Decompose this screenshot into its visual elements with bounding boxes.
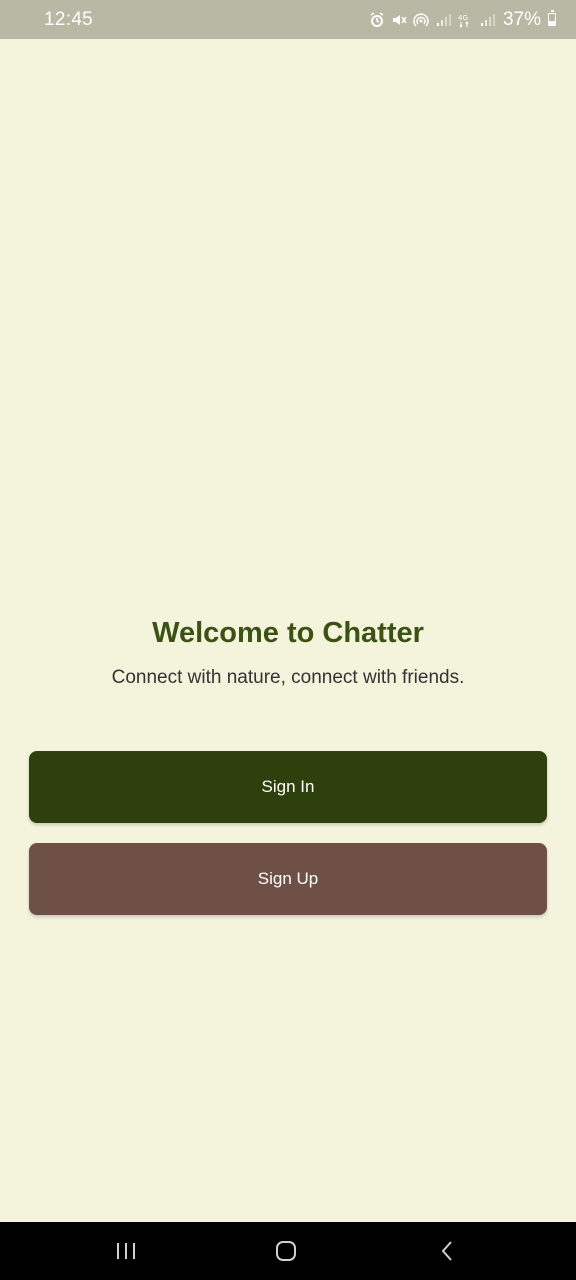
welcome-subtitle: Connect with nature, connect with friend…: [111, 667, 465, 688]
hotspot-icon: [413, 12, 429, 28]
4g-icon: 4G: [457, 12, 473, 28]
svg-text:4G: 4G: [458, 14, 468, 22]
mute-icon: [391, 12, 407, 28]
battery-icon: [548, 10, 556, 26]
status-icons: 4G 37%: [369, 9, 556, 31]
battery-percent: 37%: [502, 8, 541, 30]
signal-icon: [479, 12, 495, 28]
status-time: 12:45: [44, 8, 94, 30]
back-button[interactable]: [408, 1222, 488, 1280]
welcome-title: Welcome to Chatter: [152, 617, 424, 649]
home-button[interactable]: [246, 1222, 326, 1280]
alarm-icon: [369, 11, 385, 28]
sign-up-button[interactable]: Sign Up: [29, 843, 547, 915]
sign-in-button[interactable]: Sign In: [29, 751, 547, 823]
signal-icon: [435, 12, 451, 28]
back-icon: [441, 1241, 452, 1261]
welcome-screen: Welcome to Chatter Connect with nature, …: [0, 39, 576, 1222]
recent-apps-button[interactable]: [86, 1222, 166, 1280]
navigation-bar: [0, 1222, 576, 1280]
recent-apps-icon: [117, 1243, 135, 1259]
home-icon: [276, 1241, 296, 1261]
status-bar: 12:45 4G 37%: [0, 0, 576, 39]
